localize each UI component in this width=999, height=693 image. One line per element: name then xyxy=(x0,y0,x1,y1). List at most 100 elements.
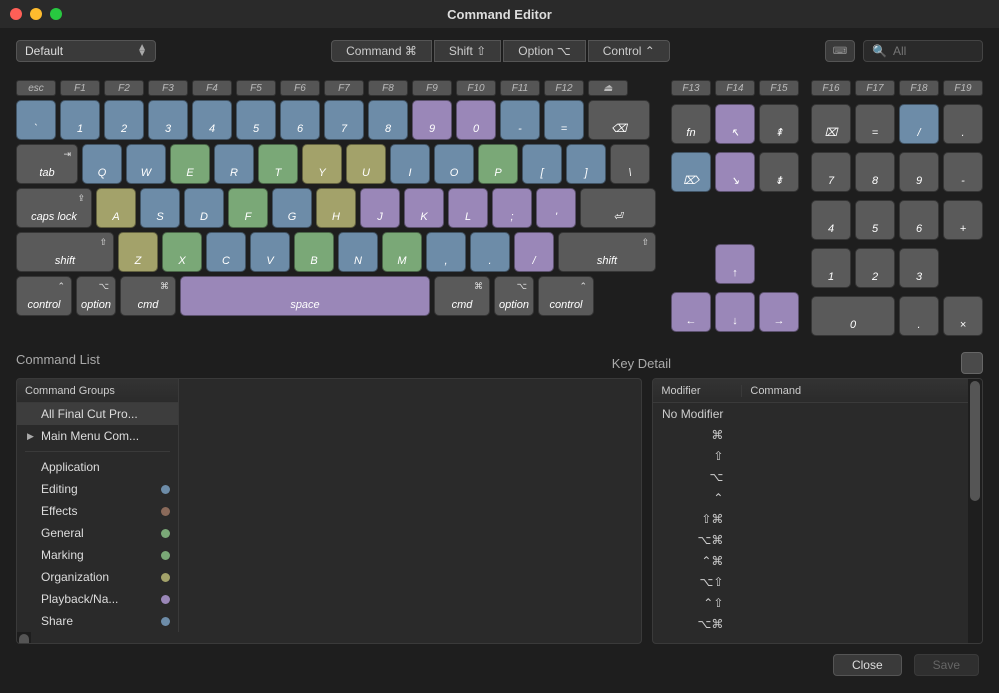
key-5[interactable]: 5 xyxy=(855,200,895,240)
key-/[interactable]: / xyxy=(514,232,554,272)
key-⏎[interactable]: ⏎ xyxy=(580,188,656,228)
key-f18[interactable]: F18 xyxy=(899,80,939,96)
key-1[interactable]: 1 xyxy=(60,100,100,140)
key-⇞[interactable]: ⇞ xyxy=(759,104,799,144)
key-f17[interactable]: F17 xyxy=(855,80,895,96)
key-f13[interactable]: F13 xyxy=(671,80,711,96)
search-box[interactable]: 🔍 xyxy=(863,40,983,62)
key-.[interactable]: . xyxy=(899,296,939,336)
key-=[interactable]: = xyxy=(544,100,584,140)
key-h[interactable]: H xyxy=(316,188,356,228)
key-0[interactable]: 0 xyxy=(456,100,496,140)
key--[interactable]: - xyxy=(943,152,983,192)
key-detail-scrollbar[interactable] xyxy=(968,379,982,643)
key-3[interactable]: 3 xyxy=(899,248,939,288)
key-,[interactable]: , xyxy=(426,232,466,272)
key-detail-row[interactable]: ⌘ xyxy=(653,424,968,445)
key-2[interactable]: 2 xyxy=(855,248,895,288)
key-⏏[interactable]: ⏏ xyxy=(588,80,628,96)
key-→[interactable]: → xyxy=(759,292,799,332)
key-cmd[interactable]: cmd⌘ xyxy=(434,276,490,316)
key-'[interactable]: ' xyxy=(536,188,576,228)
key-shift[interactable]: shift⇧ xyxy=(16,232,114,272)
key-f19[interactable]: F19 xyxy=(943,80,983,96)
key-detail-row[interactable]: ⇧ xyxy=(653,445,968,466)
key-shift[interactable]: shift⇧ xyxy=(558,232,656,272)
key-5[interactable]: 5 xyxy=(236,100,276,140)
search-input[interactable] xyxy=(893,44,973,58)
key-space[interactable]: space xyxy=(180,276,430,316)
key-e[interactable]: E xyxy=(170,144,210,184)
key-f5[interactable]: F5 xyxy=(236,80,276,96)
key-⌦[interactable]: ⌦ xyxy=(671,152,711,192)
key-9[interactable]: 9 xyxy=(412,100,452,140)
key-⇟[interactable]: ⇟ xyxy=(759,152,799,192)
key-⌧[interactable]: ⌧ xyxy=(811,104,851,144)
key-option[interactable]: option⌥ xyxy=(494,276,534,316)
key-detail-row[interactable]: ⌃⌘ xyxy=(653,550,968,571)
kd-modifier-header[interactable]: Modifier xyxy=(661,385,737,397)
key-[[interactable]: [ xyxy=(522,144,562,184)
key-f11[interactable]: F11 xyxy=(500,80,540,96)
key-cmd[interactable]: cmd⌘ xyxy=(120,276,176,316)
modifier-button-shift[interactable]: Shift ⇧ xyxy=(434,40,501,62)
key-t[interactable]: T xyxy=(258,144,298,184)
key-f16[interactable]: F16 xyxy=(811,80,851,96)
key--[interactable]: - xyxy=(500,100,540,140)
key-6[interactable]: 6 xyxy=(280,100,320,140)
key-k[interactable]: K xyxy=(404,188,444,228)
modifier-button-control[interactable]: Control ⌃ xyxy=(588,40,670,62)
key-y[interactable]: Y xyxy=(302,144,342,184)
key-detail-row[interactable]: ⇧⌘ xyxy=(653,508,968,529)
key-f2[interactable]: F2 xyxy=(104,80,144,96)
key-c[interactable]: C xyxy=(206,232,246,272)
key-o[interactable]: O xyxy=(434,144,474,184)
key-control[interactable]: control⌃ xyxy=(16,276,72,316)
key-f9[interactable]: F9 xyxy=(412,80,452,96)
key-detail-row[interactable]: ⌥⌘ xyxy=(653,613,968,634)
key-↓[interactable]: ↓ xyxy=(715,292,755,332)
key-caps lock[interactable]: caps lock⇪ xyxy=(16,188,92,228)
key-↘[interactable]: ↘ xyxy=(715,152,755,192)
key-3[interactable]: 3 xyxy=(148,100,188,140)
category-item[interactable]: Playback/Na... xyxy=(17,588,178,610)
key-detail-row[interactable]: No Modifier xyxy=(653,403,968,424)
key-detail-chip[interactable] xyxy=(961,352,983,374)
key-esc[interactable]: esc xyxy=(16,80,56,96)
key-6[interactable]: 6 xyxy=(899,200,939,240)
key-`[interactable]: ` xyxy=(16,100,56,140)
key-1[interactable]: 1 xyxy=(811,248,851,288)
key-j[interactable]: J xyxy=(360,188,400,228)
key-s[interactable]: S xyxy=(140,188,180,228)
key-/[interactable]: / xyxy=(899,104,939,144)
key-8[interactable]: 8 xyxy=(368,100,408,140)
key-f[interactable]: F xyxy=(228,188,268,228)
key-4[interactable]: 4 xyxy=(811,200,851,240)
category-item[interactable]: Share xyxy=(17,610,178,632)
key-detail-row[interactable]: ⌥⇧ xyxy=(653,571,968,592)
modifier-button-command[interactable]: Command ⌘ xyxy=(331,40,432,62)
key-f12[interactable]: F12 xyxy=(544,80,584,96)
key-tab[interactable]: tab⇥ xyxy=(16,144,78,184)
modifier-button-option[interactable]: Option ⌥ xyxy=(503,40,586,62)
key-↑[interactable]: ↑ xyxy=(715,244,755,284)
key-fn[interactable]: fn xyxy=(671,104,711,144)
key-g[interactable]: G xyxy=(272,188,312,228)
key-m[interactable]: M xyxy=(382,232,422,272)
key-f10[interactable]: F10 xyxy=(456,80,496,96)
key-i[interactable]: I xyxy=(390,144,430,184)
key-\[interactable]: \ xyxy=(610,144,650,184)
key-7[interactable]: 7 xyxy=(811,152,851,192)
category-item[interactable]: Organization xyxy=(17,566,178,588)
key-+[interactable]: + xyxy=(943,200,983,240)
category-item[interactable]: Effects xyxy=(17,500,178,522)
key-0[interactable]: 0 xyxy=(811,296,895,336)
key-w[interactable]: W xyxy=(126,144,166,184)
key-f6[interactable]: F6 xyxy=(280,80,320,96)
key-f7[interactable]: F7 xyxy=(324,80,364,96)
key-r[interactable]: R xyxy=(214,144,254,184)
group-item[interactable]: All Final Cut Pro... xyxy=(17,403,178,425)
key-z[interactable]: Z xyxy=(118,232,158,272)
key-option[interactable]: option⌥ xyxy=(76,276,116,316)
kd-command-header[interactable]: Command xyxy=(741,385,801,397)
